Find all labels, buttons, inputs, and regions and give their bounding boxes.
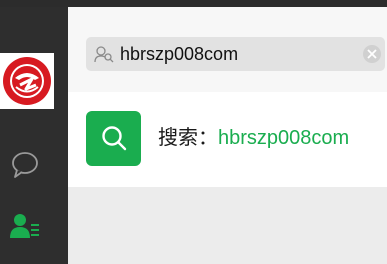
person-search-icon xyxy=(94,46,114,63)
organization-logo-icon xyxy=(3,57,51,105)
search-input[interactable] xyxy=(120,42,350,66)
search-icon xyxy=(102,126,127,151)
search-result-icon-box xyxy=(86,111,141,166)
window-title-bar xyxy=(0,0,387,7)
search-result-row[interactable]: 搜索：hbrszp008com xyxy=(68,92,387,187)
sidebar-item-chat[interactable] xyxy=(10,150,40,180)
clear-search-button[interactable] xyxy=(363,45,381,63)
avatar[interactable] xyxy=(0,53,54,109)
search-result-prefix: 搜索： xyxy=(158,127,218,149)
search-result-text: 搜索：hbrszp008com xyxy=(158,125,349,151)
contacts-icon xyxy=(10,214,39,238)
main-panel: 搜索：hbrszp008com xyxy=(68,7,387,264)
empty-results-area xyxy=(68,187,387,264)
search-header xyxy=(68,7,387,92)
sidebar xyxy=(0,7,68,264)
search-box[interactable] xyxy=(86,37,385,71)
close-icon xyxy=(367,49,377,59)
chat-bubble-icon xyxy=(12,152,38,178)
sidebar-item-contacts[interactable] xyxy=(9,211,41,241)
search-result-query: hbrszp008com xyxy=(218,127,350,149)
